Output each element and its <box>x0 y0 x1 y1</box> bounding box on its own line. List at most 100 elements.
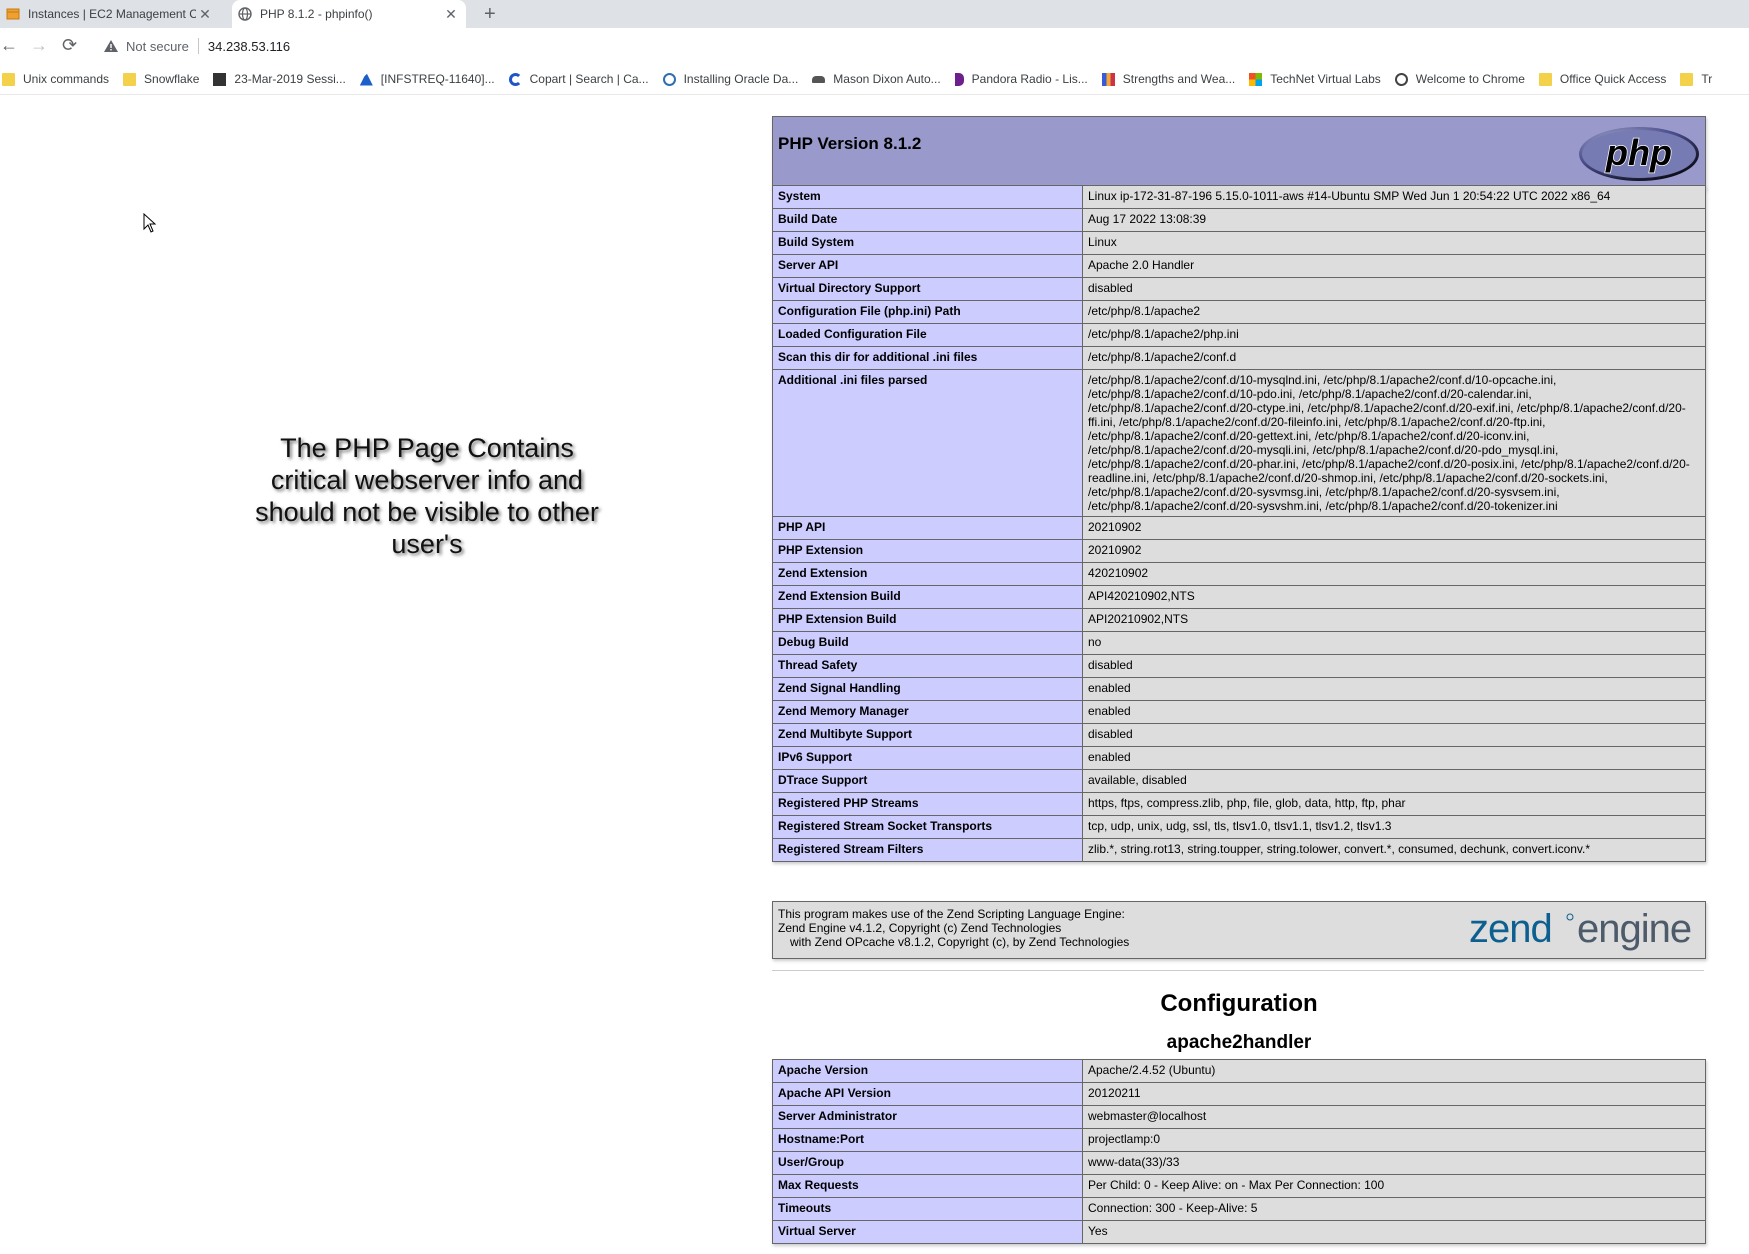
page-title: PHP Version 8.1.2 <box>778 134 922 153</box>
bookmark-item[interactable]: Tr <box>1680 72 1712 86</box>
row-key: Build System <box>772 231 1083 255</box>
car-icon <box>812 75 826 83</box>
row-value: 20210902 <box>1082 539 1706 563</box>
bookmark-item[interactable]: Welcome to Chrome <box>1394 72 1525 86</box>
table-row: Debug Build no <box>772 631 1706 655</box>
bookmark-item[interactable]: 23-Mar-2019 Sessi... <box>213 72 346 86</box>
row-key: Apache Version <box>772 1059 1083 1083</box>
table-row: User/Group www-data(33)/33 <box>772 1151 1706 1175</box>
row-key: IPv6 Support <box>772 746 1083 770</box>
page-content: The PHP Page Contains critical webserver… <box>0 95 1749 1254</box>
document-icon <box>213 72 227 86</box>
row-value: /etc/php/8.1/apache2 <box>1082 300 1706 324</box>
bookmark-item[interactable]: Installing Oracle Da... <box>662 72 798 86</box>
divider <box>772 970 1704 971</box>
row-key: PHP API <box>772 516 1083 540</box>
row-key: Configuration File (php.ini) Path <box>772 300 1083 324</box>
zend-credits: This program makes use of the Zend Scrip… <box>778 907 1130 949</box>
table-row: Zend Extension Build API420210902,NTS <box>772 585 1706 609</box>
row-key: DTrace Support <box>772 769 1083 793</box>
bookmark-item[interactable]: Snowflake <box>123 72 199 86</box>
table-row: Zend Multibyte Support disabled <box>772 723 1706 747</box>
php-version-header: PHP Version 8.1.2 php <box>772 116 1706 190</box>
row-key: Scan this dir for additional .ini files <box>772 346 1083 370</box>
bookmark-item[interactable]: Copart | Search | Ca... <box>508 72 649 86</box>
divider <box>197 38 199 54</box>
bookmark-item[interactable]: [INFSTREQ-11640]... <box>359 72 495 86</box>
row-value: enabled <box>1082 700 1706 724</box>
back-arrow-icon[interactable]: ← <box>0 35 18 55</box>
bookmark-item[interactable]: Mason Dixon Auto... <box>812 72 941 86</box>
url-text[interactable]: 34.238.53.116 <box>208 39 290 54</box>
row-key: Registered Stream Socket Transports <box>772 815 1083 839</box>
globe-icon <box>1394 72 1408 86</box>
bookmark-item[interactable]: TechNet Virtual Labs <box>1249 72 1381 86</box>
module-heading: apache2handler <box>1166 1032 1312 1053</box>
row-key: Timeouts <box>772 1197 1083 1221</box>
table-row: Scan this dir for additional .ini files /… <box>772 346 1706 370</box>
tab-title: Instances | EC2 Management Co <box>28 7 196 21</box>
table-row: Zend Signal Handling enabled <box>772 677 1706 701</box>
jira-icon <box>359 72 373 86</box>
new-tab-button[interactable]: + <box>484 4 496 24</box>
bookmark-item[interactable]: Pandora Radio - Lis... <box>954 72 1088 86</box>
bookmark-item[interactable]: Office Quick Access <box>1538 72 1666 86</box>
svg-text:engine: engine <box>1577 908 1691 951</box>
tab-ec2-instances[interactable]: Instances | EC2 Management Co ✕ <box>0 0 220 28</box>
table-row: Build System Linux <box>772 231 1706 255</box>
bookmark-item[interactable]: Strengths and Wea... <box>1101 72 1235 86</box>
aws-box-icon <box>6 8 20 20</box>
table-row: Registered PHP Streams https, ftps, compr… <box>772 792 1706 816</box>
row-value: www-data(33)/33 <box>1082 1151 1706 1175</box>
tab-phpinfo[interactable]: PHP 8.1.2 - phpinfo() ✕ <box>232 0 466 28</box>
table-row: Additional .ini files parsed/etc/php/8.1… <box>772 369 1706 517</box>
row-value: Yes <box>1082 1220 1706 1244</box>
browser-toolbar: ← → ⟳ Not secure 34.238.53.116 <box>0 28 1749 64</box>
row-key: Server API <box>772 254 1083 278</box>
row-value: no <box>1082 631 1706 655</box>
table-row: Registered Stream Socket Transports tcp, … <box>772 815 1706 839</box>
row-value: Connection: 300 - Keep-Alive: 5 <box>1082 1197 1706 1221</box>
tab-strip: Instances | EC2 Management Co ✕ PHP 8.1.… <box>0 0 1749 28</box>
copart-icon <box>508 72 522 86</box>
row-key: Zend Signal Handling <box>772 677 1083 701</box>
row-value: /etc/php/8.1/apache2/conf.d/10-mysqlnd.i… <box>1082 369 1706 517</box>
php-info-table: System Linux ip-172-31-87-196 5.15.0-1011… <box>772 185 1706 862</box>
row-key: PHP Extension <box>772 539 1083 563</box>
table-row: Server Administrator webmaster@localhost <box>772 1105 1706 1129</box>
folder-icon <box>123 72 137 86</box>
svg-text:php: php <box>1605 132 1672 173</box>
table-row: Loaded Configuration File/etc/php/8.1/ap… <box>772 323 1706 347</box>
zend-engine-logo[interactable]: zend engine <box>1469 908 1701 952</box>
table-row: Hostname:Port projectlamp:0 <box>772 1128 1706 1152</box>
row-key: Thread Safety <box>772 654 1083 678</box>
row-value: 20120211 <box>1082 1082 1706 1106</box>
table-row: Timeouts Connection: 300 - Keep-Alive: 5 <box>772 1197 1706 1221</box>
bookmark-item[interactable]: Unix commands <box>2 72 109 86</box>
row-value: /etc/php/8.1/apache2/php.ini <box>1082 323 1706 347</box>
table-row: Zend Memory Manager enabled <box>772 700 1706 724</box>
security-status[interactable]: Not secure <box>126 39 189 54</box>
row-value: API420210902,NTS <box>1082 585 1706 609</box>
row-key: Zend Memory Manager <box>772 700 1083 724</box>
table-row: Apache Version Apache/2.4.52 (Ubuntu) <box>772 1059 1706 1083</box>
row-value: /etc/php/8.1/apache2/conf.d <box>1082 346 1706 370</box>
forward-arrow-icon[interactable]: → <box>30 35 48 55</box>
row-value: Apache 2.0 Handler <box>1082 254 1706 278</box>
reload-icon[interactable]: ⟳ <box>62 35 77 55</box>
chart-icon <box>1101 72 1115 86</box>
row-key: Virtual Directory Support <box>772 277 1083 301</box>
apache-info-table: Apache Version Apache/2.4.52 (Ubuntu) Apac… <box>772 1059 1706 1244</box>
php-logo[interactable]: php <box>1577 125 1701 183</box>
address-bar[interactable]: Not secure 34.238.53.116 <box>94 31 1749 61</box>
row-key: PHP Extension Build <box>772 608 1083 632</box>
close-icon[interactable]: ✕ <box>442 6 460 23</box>
table-row: Virtual Server Yes <box>772 1220 1706 1244</box>
tab-title: PHP 8.1.2 - phpinfo() <box>260 7 373 21</box>
table-row: IPv6 Support enabled <box>772 746 1706 770</box>
table-row: PHP Extension Build API20210902,NTS <box>772 608 1706 632</box>
folder-icon <box>1538 72 1552 86</box>
row-value: Aug 17 2022 13:08:39 <box>1082 208 1706 232</box>
close-icon[interactable]: ✕ <box>196 6 214 23</box>
row-value: Linux <box>1082 231 1706 255</box>
